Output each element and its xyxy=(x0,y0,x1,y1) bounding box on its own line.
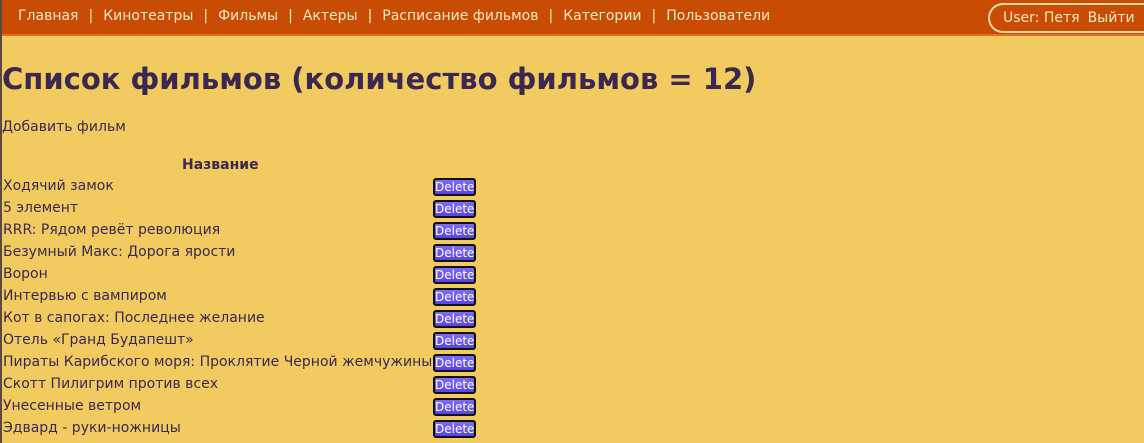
nav-separator: | xyxy=(88,8,94,24)
nav-item-films[interactable]: Фильмы xyxy=(218,8,278,24)
nav-separator: | xyxy=(651,8,657,24)
film-row: Безумный Макс: Дорога ярости Delete xyxy=(2,242,502,264)
film-title: Скотт Пилигрим против всех xyxy=(3,376,218,392)
logout-link[interactable]: Выйти xyxy=(1088,10,1135,26)
film-row: Отель «Гранд Будапешт» Delete xyxy=(2,330,502,352)
delete-film-button[interactable]: Delete xyxy=(433,376,476,394)
film-title: Отель «Гранд Будапешт» xyxy=(3,332,194,348)
film-title: 5 элемент xyxy=(3,200,79,216)
delete-film-button[interactable]: Delete xyxy=(433,398,476,416)
nav-item-actors[interactable]: Актеры xyxy=(303,8,358,24)
film-title: RRR: Рядом ревёт революция xyxy=(3,222,221,238)
nav-item-categories[interactable]: Категории xyxy=(563,8,641,24)
film-row: Кот в сапогах: Последнее желание Delete xyxy=(2,308,502,330)
user-label: User: Петя xyxy=(1003,10,1080,26)
nav-menu: Главная | Кинотеатры | Фильмы | Актеры | Расписа… xyxy=(18,8,770,24)
top-navbar: Главная | Кинотеатры | Фильмы | Актеры | Расписа… xyxy=(2,0,1144,36)
nav-item-schedule[interactable]: Расписание фильмов xyxy=(382,8,538,24)
delete-film-button[interactable]: Delete xyxy=(433,288,476,306)
film-title: Ворон xyxy=(3,266,48,282)
nav-item-users[interactable]: Пользователи xyxy=(666,8,770,24)
film-title: Эдвард - руки-ножницы xyxy=(3,420,181,436)
page-title: Список фильмов (количество фильмов = 12) xyxy=(2,62,757,96)
delete-film-button[interactable]: Delete xyxy=(433,200,476,218)
delete-film-button[interactable]: Delete xyxy=(433,420,476,438)
film-list: Ходячий замок Delete 5 элемент Delete RRR: Р… xyxy=(2,176,502,440)
delete-film-button[interactable]: Delete xyxy=(433,244,476,262)
film-title: Пираты Карибского моря: Проклятие Черной… xyxy=(3,354,433,370)
film-row: Пираты Карибского моря: Проклятие Черной… xyxy=(2,352,502,374)
film-row: Унесенные ветром Delete xyxy=(2,396,502,418)
delete-film-button[interactable]: Delete xyxy=(433,222,476,240)
delete-film-button[interactable]: Delete xyxy=(433,354,476,372)
nav-separator: | xyxy=(203,8,209,24)
film-title: Унесенные ветром xyxy=(3,398,142,414)
delete-film-button[interactable]: Delete xyxy=(433,178,476,196)
film-row: Эдвард - руки-ножницы Delete xyxy=(2,418,502,440)
column-header-title: Название xyxy=(182,157,259,173)
film-title: Интервью с вампиром xyxy=(3,288,167,304)
nav-separator: | xyxy=(288,8,293,24)
film-row: RRR: Рядом ревёт революция Delete xyxy=(2,220,502,242)
film-title: Безумный Макс: Дорога ярости xyxy=(3,244,236,260)
film-title: Ходячий замок xyxy=(3,178,114,194)
film-title: Кот в сапогах: Последнее желание xyxy=(3,310,265,326)
delete-film-button[interactable]: Delete xyxy=(433,266,476,284)
nav-separator: | xyxy=(367,8,373,24)
film-row: Интервью с вампиром Delete xyxy=(2,286,502,308)
film-row: Ходячий замок Delete xyxy=(2,176,502,198)
delete-film-button[interactable]: Delete xyxy=(433,332,476,350)
delete-film-button[interactable]: Delete xyxy=(433,310,476,328)
film-row: 5 элемент Delete xyxy=(2,198,502,220)
user-panel: User: Петя Выйти xyxy=(988,3,1144,33)
film-row: Скотт Пилигрим против всех Delete xyxy=(2,374,502,396)
nav-item-cinemas[interactable]: Кинотеатры xyxy=(103,8,193,24)
film-row: Ворон Delete xyxy=(2,264,502,286)
add-film-link[interactable]: Добавить фильм xyxy=(2,119,126,135)
nav-separator: | xyxy=(548,8,554,24)
nav-item-home[interactable]: Главная xyxy=(18,8,78,24)
